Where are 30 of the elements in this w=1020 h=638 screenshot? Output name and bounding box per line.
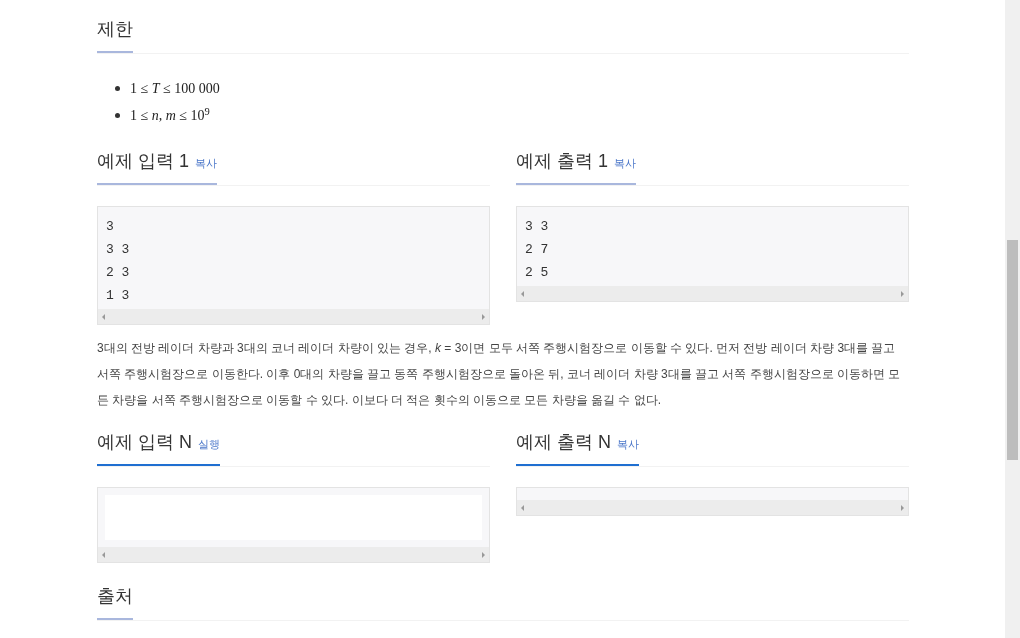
sample-text: 3 3 2 7 2 5: [524, 218, 550, 282]
scrollbar-thumb[interactable]: [1007, 240, 1018, 460]
scroll-right-icon[interactable]: [482, 551, 485, 558]
horizontal-scrollbar[interactable]: [98, 547, 489, 562]
scroll-right-icon[interactable]: [901, 290, 904, 297]
heading-text: 예제 출력 N: [516, 431, 611, 454]
explanation-text: 3대의 전방 레이더 차량과 3대의 코너 레이더 차량이 있는 경우, k = 3이면 모두 서쪽 주행시험장으로 이동할 수 있다. 먼저 전방 레이더 차량 3대를 끌고 서쪽 주행시험장으로 이동한다. 이후 0대의 차량을 끌고 동쪽 주행시험장으로 돌아온 뒤, 코너 레이더 차량 3대를 끌고 서쪽 주행시험장으로 이동하면 모든 차량을 서쪽 주행시험장으로 이동할 수 있다. 이보다 더 적은 횟수의 이동으로 모든 차량을 옮길 수 없다.: [97, 340, 902, 409]
scroll-left-icon[interactable]: [102, 551, 105, 558]
heading-text: 예제 입력 N: [97, 431, 192, 454]
copy-link[interactable]: 복사: [195, 155, 217, 172]
sample-text: 3 3 3 2 3 1 3: [105, 218, 131, 305]
scroll-left-icon[interactable]: [521, 290, 524, 297]
heading-text: 예제 입력 1: [97, 150, 189, 173]
heading-text: 예제 출력 1: [516, 150, 608, 173]
horizontal-scrollbar[interactable]: [517, 286, 908, 301]
copy-link[interactable]: 복사: [614, 155, 636, 172]
scroll-right-icon[interactable]: [482, 313, 485, 320]
scroll-left-icon[interactable]: [521, 504, 524, 511]
scroll-left-icon[interactable]: [102, 313, 105, 320]
heading-text: 제한: [97, 18, 133, 41]
bullet-icon: [115, 86, 120, 91]
constraint-text: 1 ≤ n, m ≤ 10$^{9}$: [130, 105, 210, 125]
horizontal-scrollbar[interactable]: [517, 500, 908, 515]
constraint-text: 1 ≤ T ≤ 100 000: [130, 80, 220, 98]
heading-text: 출처: [97, 585, 133, 608]
copy-link[interactable]: 복사: [617, 436, 639, 453]
horizontal-scrollbar[interactable]: [98, 309, 489, 324]
bullet-icon: [115, 113, 120, 118]
copy-link[interactable]: 실행: [198, 436, 220, 453]
scroll-right-icon[interactable]: [901, 504, 904, 511]
